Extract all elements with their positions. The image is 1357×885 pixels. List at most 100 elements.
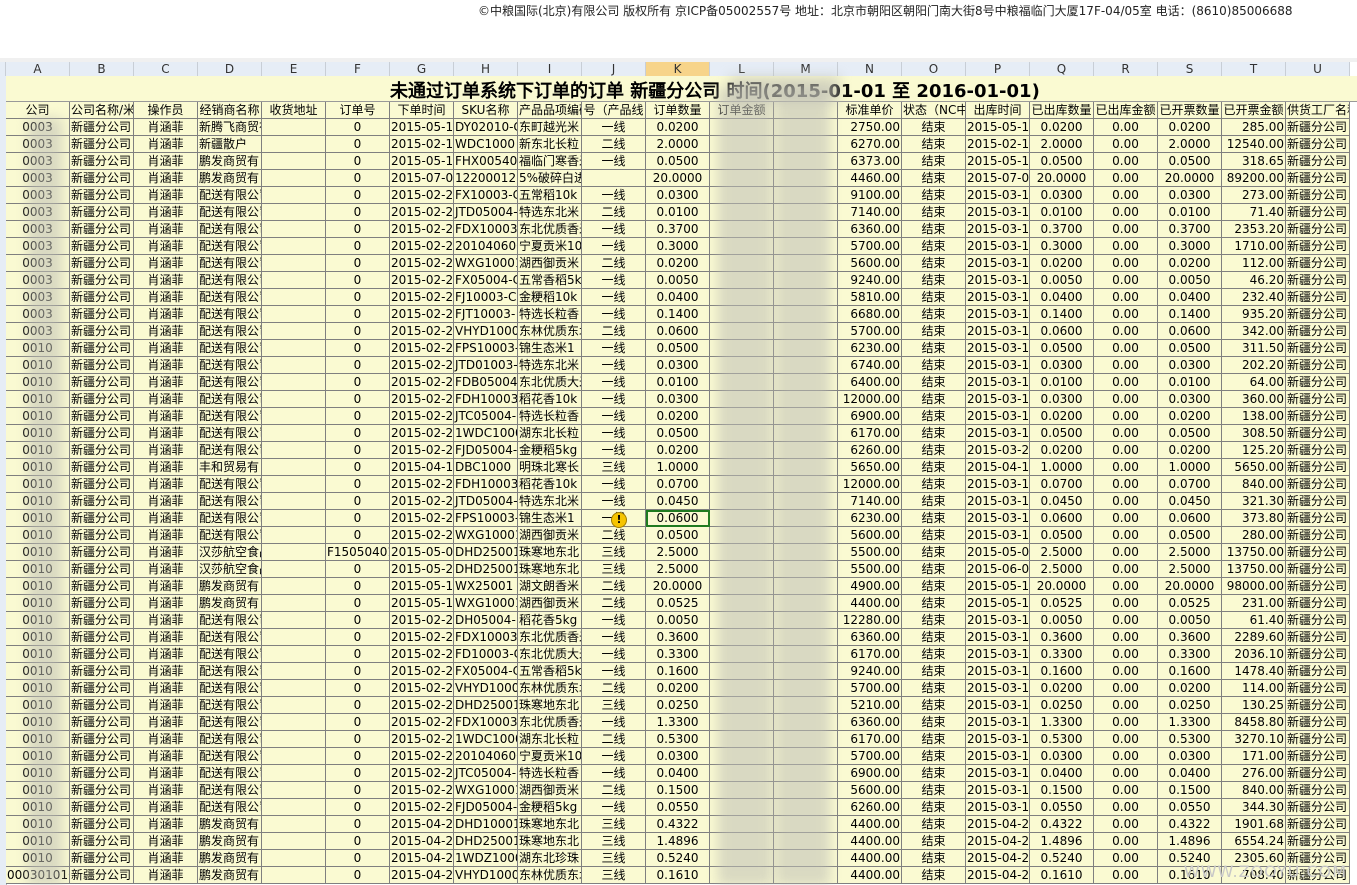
- column-header-c[interactable]: C: [134, 62, 198, 76]
- column-header-l[interactable]: L: [710, 62, 774, 76]
- table-cell[interactable]: 0: [326, 340, 390, 357]
- table-cell[interactable]: 0.0300: [1030, 187, 1094, 204]
- table-cell[interactable]: 新疆分公司: [70, 221, 134, 238]
- table-cell[interactable]: [262, 476, 326, 493]
- table-cell[interactable]: 0: [326, 153, 390, 170]
- table-cell[interactable]: 新疆分公司: [1286, 663, 1350, 680]
- table-cell[interactable]: [262, 799, 326, 816]
- table-cell[interactable]: 0: [326, 646, 390, 663]
- table-cell[interactable]: 4460.00: [838, 170, 902, 187]
- table-cell[interactable]: 一线: [582, 748, 646, 765]
- table-cell[interactable]: 6360.00: [838, 221, 902, 238]
- table-cell[interactable]: 0.0200: [1158, 680, 1222, 697]
- table-cell[interactable]: 2015-02-28: [390, 731, 454, 748]
- table-cell[interactable]: 二线: [582, 680, 646, 697]
- table-cell[interactable]: 4400.00: [838, 867, 902, 884]
- table-cell[interactable]: 0: [326, 204, 390, 221]
- table-cell[interactable]: 0.00: [1094, 289, 1158, 306]
- table-cell[interactable]: 肖涵菲: [134, 221, 198, 238]
- table-cell[interactable]: 4400.00: [838, 816, 902, 833]
- table-cell[interactable]: 20.0000: [1030, 578, 1094, 595]
- table-cell[interactable]: 0.00: [1094, 408, 1158, 425]
- table-cell[interactable]: 新疆分公司: [1286, 510, 1350, 527]
- table-cell[interactable]: 6170.00: [838, 646, 902, 663]
- table-row[interactable]: 0010新疆分公司肖涵菲鹏发商贸有02015-04-20DHD10001珠寒地东…: [6, 816, 1350, 833]
- table-cell[interactable]: 2015-02-28: [390, 238, 454, 255]
- table-cell[interactable]: 2015-04-20: [390, 833, 454, 850]
- table-row[interactable]: 0003新疆分公司肖涵菲配送有限公司02015-02-28FX10003-C五常…: [6, 187, 1350, 204]
- table-cell[interactable]: 12540.00: [1222, 136, 1286, 153]
- table-cell[interactable]: 新疆分公司: [1286, 595, 1350, 612]
- table-cell[interactable]: 结束: [902, 306, 966, 323]
- table-row[interactable]: 0010新疆分公司肖涵菲配送有限公司02015-02-28FPS10003-锦生…: [6, 340, 1350, 357]
- table-cell[interactable]: [262, 238, 326, 255]
- column-header-o[interactable]: O: [902, 62, 966, 76]
- table-cell[interactable]: DHD25001: [454, 561, 518, 578]
- table-cell[interactable]: 肖涵菲: [134, 782, 198, 799]
- table-cell[interactable]: 2015-05-14: [390, 119, 454, 136]
- table-cell[interactable]: 配送有限公司: [198, 374, 262, 391]
- table-cell[interactable]: 配送有限公司: [198, 629, 262, 646]
- table-cell[interactable]: 0.0100: [646, 204, 710, 221]
- table-cell[interactable]: 结束: [902, 391, 966, 408]
- table-cell[interactable]: 三线: [582, 561, 646, 578]
- table-cell[interactable]: 湖东北长粒: [518, 425, 582, 442]
- table-cell[interactable]: 1.0000: [1030, 459, 1094, 476]
- table-cell[interactable]: 结束: [902, 561, 966, 578]
- table-cell[interactable]: 新疆分公司: [1286, 578, 1350, 595]
- table-cell[interactable]: 202.20: [1222, 357, 1286, 374]
- header-row[interactable]: 公司公司名称/米操作员经销商名称收货地址订单号下单时间SKU名称产品品项编码号（…: [6, 102, 1350, 119]
- table-cell[interactable]: 0.0500: [1030, 527, 1094, 544]
- table-cell[interactable]: 6360.00: [838, 714, 902, 731]
- table-cell[interactable]: 20.0000: [1158, 170, 1222, 187]
- table-cell[interactable]: 5600.00: [838, 255, 902, 272]
- table-cell[interactable]: 新疆分公司: [70, 272, 134, 289]
- title-row[interactable]: 未通过订单系统下订单的订单 新疆分公司 时间(2015-01-01 至 2016…: [6, 76, 1357, 102]
- table-cell[interactable]: 0.3700: [646, 221, 710, 238]
- table-cell[interactable]: 新疆分公司: [70, 119, 134, 136]
- table-cell[interactable]: 新疆分公司: [70, 765, 134, 782]
- table-cell[interactable]: 配送有限公司: [198, 289, 262, 306]
- table-cell[interactable]: 东北优质香米: [518, 629, 582, 646]
- column-label[interactable]: 号（产品线: [582, 102, 646, 119]
- table-cell[interactable]: 0: [326, 561, 390, 578]
- table-cell[interactable]: 配送有限公司: [198, 714, 262, 731]
- table-cell[interactable]: 肖涵菲: [134, 391, 198, 408]
- table-cell[interactable]: 5700.00: [838, 748, 902, 765]
- table-cell[interactable]: 0.00: [1094, 782, 1158, 799]
- spreadsheet[interactable]: ABCDEFGHIJKLMNOPQRSTU 未通过订单系统下订单的订单 新疆分公…: [0, 58, 1357, 885]
- table-row[interactable]: 0010新疆分公司肖涵菲配送有限公司02015-02-281WDC1000湖东北…: [6, 425, 1350, 442]
- table-cell[interactable]: 0: [326, 272, 390, 289]
- table-cell[interactable]: 9100.00: [838, 187, 902, 204]
- table-cell[interactable]: 20.0000: [1158, 578, 1222, 595]
- table-cell[interactable]: 0.0050: [1158, 272, 1222, 289]
- table-cell[interactable]: 1WDC1000: [454, 731, 518, 748]
- table-cell[interactable]: 结束: [902, 119, 966, 136]
- table-cell[interactable]: 一线: [582, 612, 646, 629]
- table-cell[interactable]: 0: [326, 799, 390, 816]
- table-cell[interactable]: 0.00: [1094, 323, 1158, 340]
- table-cell[interactable]: 201040600: [454, 238, 518, 255]
- table-cell[interactable]: 0.0300: [1158, 187, 1222, 204]
- table-cell[interactable]: 2289.60: [1222, 629, 1286, 646]
- table-cell[interactable]: 三线: [582, 816, 646, 833]
- column-label[interactable]: 已出库数量: [1030, 102, 1094, 119]
- table-cell[interactable]: 273.00: [1222, 187, 1286, 204]
- table-cell[interactable]: 新疆分公司: [1286, 799, 1350, 816]
- table-row[interactable]: 0003新疆分公司肖涵菲配送有限公司02015-02-28FJT10003-特选…: [6, 306, 1350, 323]
- table-cell[interactable]: 结束: [902, 799, 966, 816]
- table-cell[interactable]: 结束: [902, 408, 966, 425]
- table-cell[interactable]: 新疆分公司: [70, 612, 134, 629]
- table-cell[interactable]: 0.3600: [646, 629, 710, 646]
- table-cell[interactable]: 结束: [902, 289, 966, 306]
- table-cell[interactable]: 0: [326, 442, 390, 459]
- table-cell[interactable]: 0.0300: [1158, 391, 1222, 408]
- table-cell[interactable]: 稻花香10k: [518, 476, 582, 493]
- table-cell[interactable]: 2015-03-18: [966, 731, 1030, 748]
- table-cell[interactable]: [262, 442, 326, 459]
- table-cell[interactable]: 2015-03-18: [966, 476, 1030, 493]
- table-cell[interactable]: 丰和贸易有: [198, 459, 262, 476]
- table-cell[interactable]: 汉莎航空食品: [198, 544, 262, 561]
- table-cell[interactable]: 2.5000: [646, 561, 710, 578]
- table-cell[interactable]: 肖涵菲: [134, 595, 198, 612]
